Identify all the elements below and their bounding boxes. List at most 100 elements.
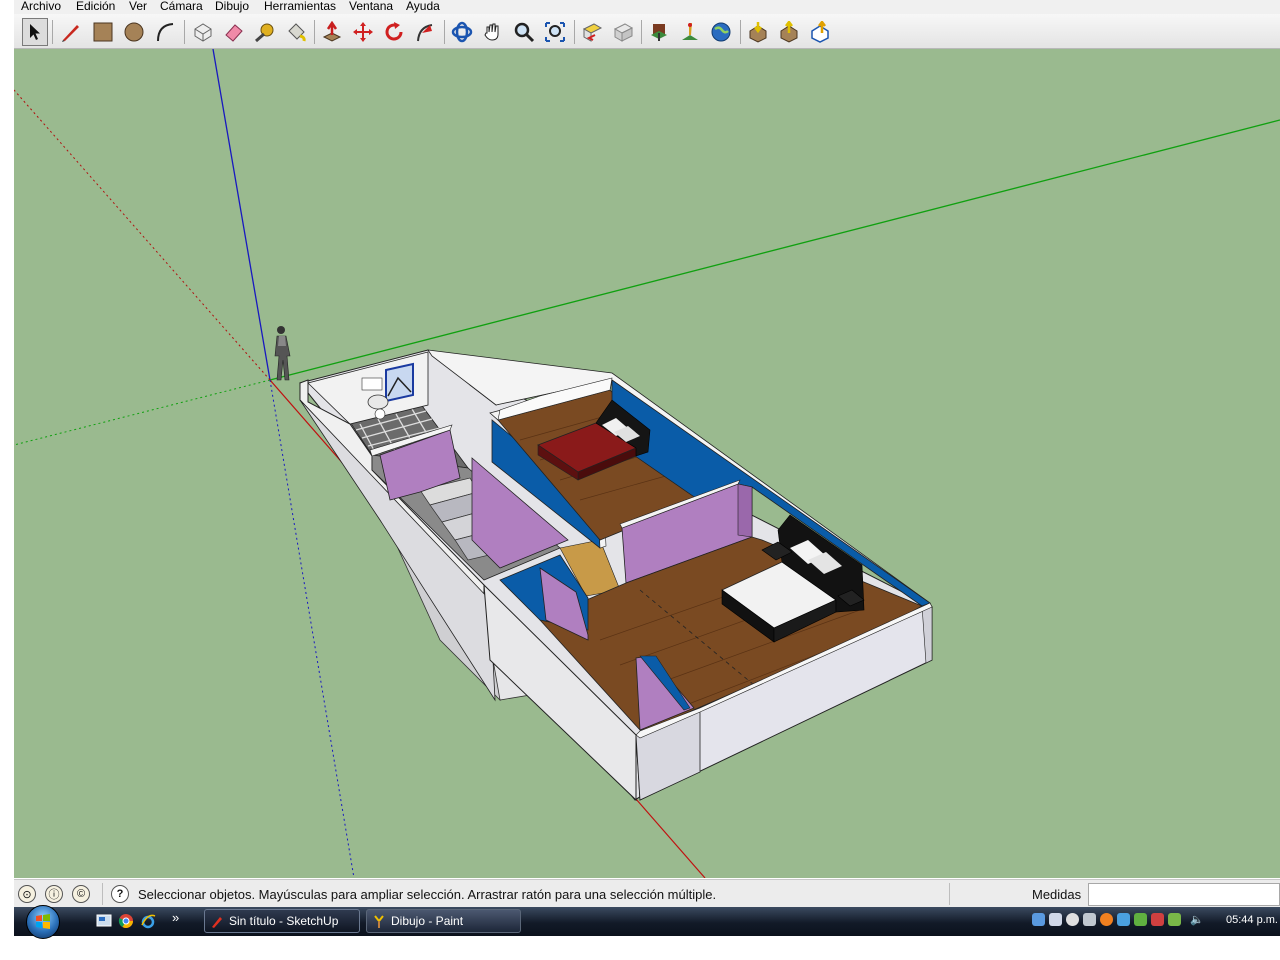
- arc-icon: [157, 23, 174, 42]
- previous-view-tool-button[interactable]: [579, 19, 605, 45]
- share-component-icon: [811, 21, 829, 43]
- push-pull-tool-button[interactable]: [319, 19, 345, 45]
- get-models-tool-button[interactable]: [745, 19, 771, 45]
- arc-tool-button[interactable]: [152, 19, 178, 45]
- main-toolbar: [14, 14, 1280, 49]
- get-models-icon: [749, 22, 767, 43]
- zoom-extents-tool-button[interactable]: [542, 19, 568, 45]
- model-scene[interactable]: [14, 49, 1280, 878]
- tray-update-icon[interactable]: [1117, 913, 1130, 926]
- windows-logo-icon: [36, 914, 50, 929]
- house-model[interactable]: [299, 349, 933, 802]
- menu-edicion[interactable]: Edición: [76, 0, 115, 13]
- menu-bar: Archivo Edición Ver Cámara Dibujo Herram…: [14, 0, 1280, 14]
- terrain-icon: [682, 23, 698, 40]
- task-label: Sin título - SketchUp: [229, 914, 339, 928]
- geo-location-icon[interactable]: ⊙: [18, 885, 36, 903]
- quicklaunch-overflow[interactable]: »: [172, 910, 179, 925]
- tray-volume-icon[interactable]: 🔈: [1190, 913, 1204, 926]
- help-icon[interactable]: ?: [111, 885, 129, 903]
- menu-dibujo[interactable]: Dibujo: [215, 0, 249, 13]
- task-paint[interactable]: Dibujo - Paint: [366, 909, 521, 933]
- menu-camara[interactable]: Cámara: [160, 0, 203, 13]
- follow-me-icon: [417, 24, 433, 42]
- windows-taskbar: » Sin título - SketchUp Dibujo - Paint 🔈…: [14, 905, 1280, 939]
- orbit-icon: [451, 21, 473, 43]
- arrow-cursor-icon: [30, 24, 40, 40]
- select-tool-button[interactable]: [22, 18, 48, 46]
- push-pull-icon: [322, 21, 342, 42]
- move-icon: [353, 22, 373, 42]
- credits-icon[interactable]: ⓘ: [45, 885, 63, 903]
- tray-network-icon[interactable]: [1032, 913, 1045, 926]
- move-tool-button[interactable]: [350, 19, 376, 45]
- tray-avast-icon[interactable]: [1100, 913, 1113, 926]
- paint-bucket-tool-button[interactable]: [283, 19, 309, 45]
- red-axis-negative: [14, 89, 271, 381]
- globe-icon: [711, 22, 731, 42]
- tape-measure-icon: [255, 23, 274, 43]
- share-model-tool-button[interactable]: [776, 19, 802, 45]
- status-bar: ⊙ ⓘ © ? Seleccionar objetos. Mayúsculas …: [14, 879, 1280, 908]
- pencil-icon: [62, 25, 79, 42]
- chrome-icon[interactable]: [118, 913, 134, 929]
- tray-user-icon[interactable]: [1049, 913, 1062, 926]
- show-desktop-icon[interactable]: [96, 913, 112, 929]
- toggle-terrain-tool-button[interactable]: [677, 19, 703, 45]
- internet-explorer-icon[interactable]: [140, 913, 156, 929]
- share-model-icon: [780, 21, 798, 43]
- rectangle-tool-button[interactable]: [90, 19, 116, 45]
- menu-ayuda[interactable]: Ayuda: [406, 0, 440, 13]
- menu-archivo[interactable]: Archivo: [21, 0, 61, 13]
- tape-measure-tool-button[interactable]: [252, 19, 278, 45]
- google-earth-tool-button[interactable]: [708, 19, 734, 45]
- make-component-tool-button[interactable]: [190, 19, 216, 45]
- menu-ventana[interactable]: Ventana: [349, 0, 393, 13]
- status-divider: [102, 883, 103, 905]
- next-view-tool-button[interactable]: [610, 19, 636, 45]
- tray-security-icon[interactable]: [1151, 913, 1164, 926]
- copyright-icon[interactable]: ©: [72, 885, 90, 903]
- tray-messenger-icon[interactable]: [1066, 913, 1079, 926]
- location-icon: [651, 24, 667, 41]
- measurements-input[interactable]: [1088, 883, 1280, 906]
- add-location-tool-button[interactable]: [646, 19, 672, 45]
- blue-axis: [212, 49, 271, 381]
- component-icon: [194, 23, 212, 42]
- pencil-tool-button[interactable]: [58, 19, 84, 45]
- status-message: Seleccionar objetos. Mayúsculas para amp…: [138, 887, 717, 902]
- orbit-tool-button[interactable]: [449, 19, 475, 45]
- tray-sync-icon[interactable]: [1083, 913, 1096, 926]
- magnifier-icon: [514, 22, 535, 43]
- pan-tool-button[interactable]: [480, 19, 506, 45]
- toolbar-separator: [184, 20, 185, 44]
- share-component-tool-button[interactable]: [807, 19, 833, 45]
- rectangle-icon: [93, 22, 113, 42]
- green-axis-negative: [14, 379, 271, 446]
- paint-bucket-icon: [288, 23, 306, 42]
- status-divider: [949, 883, 950, 905]
- eraser-tool-button[interactable]: [221, 19, 247, 45]
- tray-battery-icon[interactable]: [1134, 913, 1147, 926]
- toolbar-separator: [52, 20, 53, 44]
- menu-herramientas[interactable]: Herramientas: [264, 0, 336, 13]
- menu-ver[interactable]: Ver: [129, 0, 147, 13]
- next-view-icon: [613, 23, 634, 42]
- toolbar-separator: [444, 20, 445, 44]
- zoom-tool-button[interactable]: [511, 19, 537, 45]
- toolbar-separator: [314, 20, 315, 44]
- rotate-tool-button[interactable]: [381, 19, 407, 45]
- taskbar-clock[interactable]: 05:44 p.m.: [1226, 914, 1278, 926]
- toolbar-separator: [740, 20, 741, 44]
- zoom-extents-icon: [545, 22, 565, 42]
- model-viewport[interactable]: [14, 49, 1280, 878]
- previous-view-icon: [582, 23, 603, 42]
- follow-me-tool-button[interactable]: [412, 19, 438, 45]
- circle-tool-button[interactable]: [121, 19, 147, 45]
- rotate-icon: [385, 22, 403, 41]
- tray-safely-remove-icon[interactable]: [1168, 913, 1181, 926]
- task-sketchup[interactable]: Sin título - SketchUp: [204, 909, 360, 933]
- toolbar-separator: [574, 20, 575, 44]
- start-button[interactable]: [26, 905, 60, 939]
- scale-figure[interactable]: [274, 326, 291, 381]
